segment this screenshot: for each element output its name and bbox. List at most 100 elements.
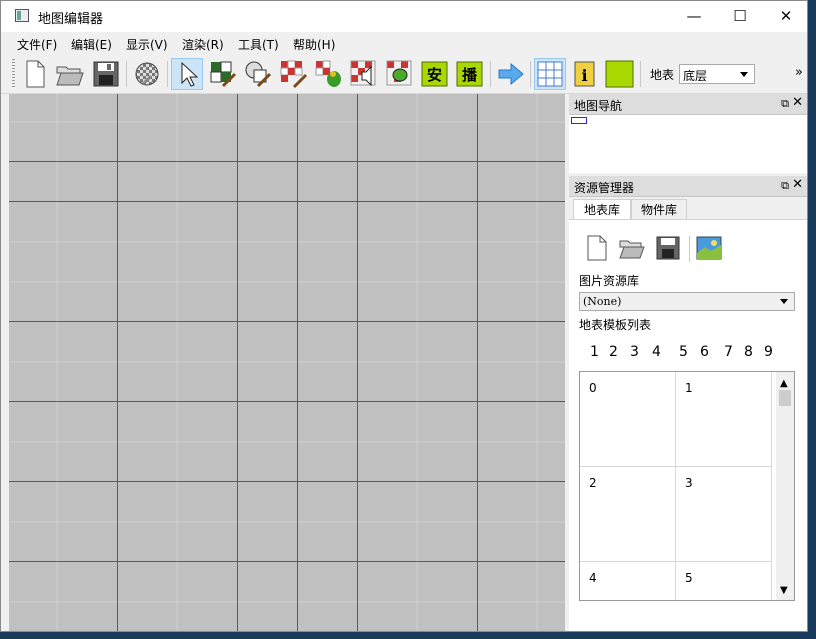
resource-tabs: 地表库 物件库: [569, 197, 807, 219]
image-library-label: 图片资源库: [579, 274, 640, 288]
viewport-indicator[interactable]: [571, 117, 587, 124]
float-icon[interactable]: ⧉: [781, 179, 789, 193]
template-cell-id: 3: [685, 476, 693, 490]
resource-title-bar[interactable]: 资源管理器 ⧉ ✕: [569, 176, 807, 197]
grid-toggle-icon[interactable]: [534, 58, 566, 90]
save-icon[interactable]: [90, 58, 122, 90]
svg-text:安: 安: [427, 66, 442, 84]
template-cell-id: 0: [589, 381, 597, 395]
minimize-button[interactable]: —: [671, 1, 717, 32]
main-toolbar: 安 播 i 地表 底层 »: [1, 55, 807, 94]
broadcast-zone-icon[interactable]: 播: [454, 58, 486, 90]
toolbar-separator: [167, 61, 168, 87]
template-cell[interactable]: 1: [676, 372, 772, 467]
scroll-up-icon[interactable]: ▲: [780, 378, 788, 389]
list-scrollbar[interactable]: ▲ ▼: [776, 372, 794, 600]
template-cell[interactable]: 5: [676, 562, 772, 600]
scrollbar-thumb[interactable]: [779, 390, 791, 406]
template-cell-id: 5: [685, 571, 693, 585]
close-icon[interactable]: ✕: [792, 177, 803, 192]
template-cell[interactable]: 4: [580, 562, 676, 600]
menu-file[interactable]: 文件(F): [17, 36, 57, 53]
template-cell-id: 2: [589, 476, 597, 490]
layer-select[interactable]: 底层: [679, 64, 755, 84]
arrow-cursor-icon[interactable]: [171, 58, 203, 90]
tile-paint-icon[interactable]: [207, 58, 239, 90]
navigator-title: 地图导航: [574, 99, 623, 113]
resource-manager-dock: 资源管理器 ⧉ ✕ 地表库 物件库 图片资源库 (None) 地表模板列表 1 …: [569, 176, 807, 631]
template-list[interactable]: 0 1 2 3 4 5 ▲ ▼: [579, 371, 795, 601]
title-bar: 地图编辑器 — ☐ ✕: [1, 1, 807, 32]
template-page-5[interactable]: 5: [679, 344, 688, 360]
menu-render[interactable]: 渲染(R): [182, 36, 224, 53]
scroll-down-icon[interactable]: ▼: [780, 585, 788, 596]
template-cell-id: 1: [685, 381, 693, 395]
toolbar-grip[interactable]: [12, 59, 15, 89]
template-cell-id: 4: [589, 571, 597, 585]
template-page-4[interactable]: 4: [652, 344, 661, 360]
window-title: 地图编辑器: [38, 12, 104, 27]
terrain-library-panel: 图片资源库 (None) 地表模板列表 1 2 3 4 5 6 7 8 9 0 …: [569, 219, 807, 631]
checker-parrot-icon[interactable]: [313, 58, 345, 90]
svg-text:i: i: [581, 66, 587, 85]
toolbar-separator: [640, 61, 641, 87]
close-icon[interactable]: ✕: [792, 95, 803, 110]
template-page-2[interactable]: 2: [609, 344, 618, 360]
menu-bar: 文件(F) 编辑(E) 显示(V) 渲染(R) 工具(T) 帮助(H): [1, 32, 807, 54]
image-icon[interactable]: [695, 234, 723, 262]
green-square-icon[interactable]: [604, 58, 636, 90]
template-page-7[interactable]: 7: [724, 344, 733, 360]
navigator-view[interactable]: [569, 115, 807, 173]
new-file-icon[interactable]: [583, 234, 611, 262]
template-list-label: 地表模板列表: [579, 318, 652, 332]
layer-label: 地表: [650, 68, 675, 82]
chevron-down-icon: [740, 72, 748, 77]
checker-bug-icon[interactable]: [384, 58, 416, 90]
menu-help[interactable]: 帮助(H): [293, 36, 335, 53]
toolbar-separator: [126, 61, 127, 87]
checker-brush-icon[interactable]: [278, 58, 310, 90]
template-cell[interactable]: 0: [580, 372, 676, 467]
map-grid: [9, 94, 565, 631]
template-page-1[interactable]: 1: [590, 344, 599, 360]
toolbar-separator: [530, 61, 531, 87]
menu-view[interactable]: 显示(V): [126, 36, 168, 53]
template-page-6[interactable]: 6: [700, 344, 709, 360]
menu-edit[interactable]: 编辑(E): [71, 36, 112, 53]
toolbar-separator: [689, 236, 690, 262]
template-cell[interactable]: 2: [580, 467, 676, 562]
menu-tools[interactable]: 工具(T): [238, 36, 279, 53]
template-page-8[interactable]: 8: [744, 344, 753, 360]
layer-select-value: 底层: [683, 69, 708, 83]
close-button[interactable]: ✕: [763, 1, 807, 32]
navigator-dock: 地图导航 ⧉ ✕: [569, 94, 807, 174]
open-folder-icon[interactable]: [54, 58, 86, 90]
object-paint-icon[interactable]: [242, 58, 274, 90]
info-icon[interactable]: i: [569, 58, 601, 90]
tab-object-library[interactable]: 物件库: [631, 199, 687, 219]
map-canvas[interactable]: [9, 94, 565, 631]
new-file-icon[interactable]: [19, 58, 51, 90]
tab-terrain-library[interactable]: 地表库: [573, 199, 631, 219]
checker-sphere-icon[interactable]: [131, 58, 163, 90]
toolbar-overflow-button[interactable]: »: [795, 65, 803, 80]
main-window: 地图编辑器 — ☐ ✕ 文件(F) 编辑(E) 显示(V) 渲染(R) 工具(T…: [0, 0, 808, 632]
navigator-title-bar[interactable]: 地图导航 ⧉ ✕: [569, 94, 807, 115]
arrow-right-icon[interactable]: [495, 58, 527, 90]
open-folder-icon[interactable]: [618, 234, 646, 262]
image-library-value: (None): [583, 295, 622, 308]
app-icon: [15, 9, 29, 22]
template-page-3[interactable]: 3: [630, 344, 639, 360]
template-cell[interactable]: 3: [676, 467, 772, 562]
checker-speaker-icon[interactable]: [348, 58, 380, 90]
toolbar-separator: [490, 61, 491, 87]
float-icon[interactable]: ⧉: [781, 97, 789, 111]
chevron-down-icon: [780, 299, 788, 304]
maximize-button[interactable]: ☐: [717, 1, 763, 32]
template-page-9[interactable]: 9: [764, 344, 773, 360]
resource-title: 资源管理器: [574, 181, 635, 195]
image-library-select[interactable]: (None): [579, 292, 795, 311]
safe-zone-icon[interactable]: 安: [419, 58, 451, 90]
svg-text:播: 播: [462, 66, 478, 84]
save-icon[interactable]: [654, 234, 682, 262]
